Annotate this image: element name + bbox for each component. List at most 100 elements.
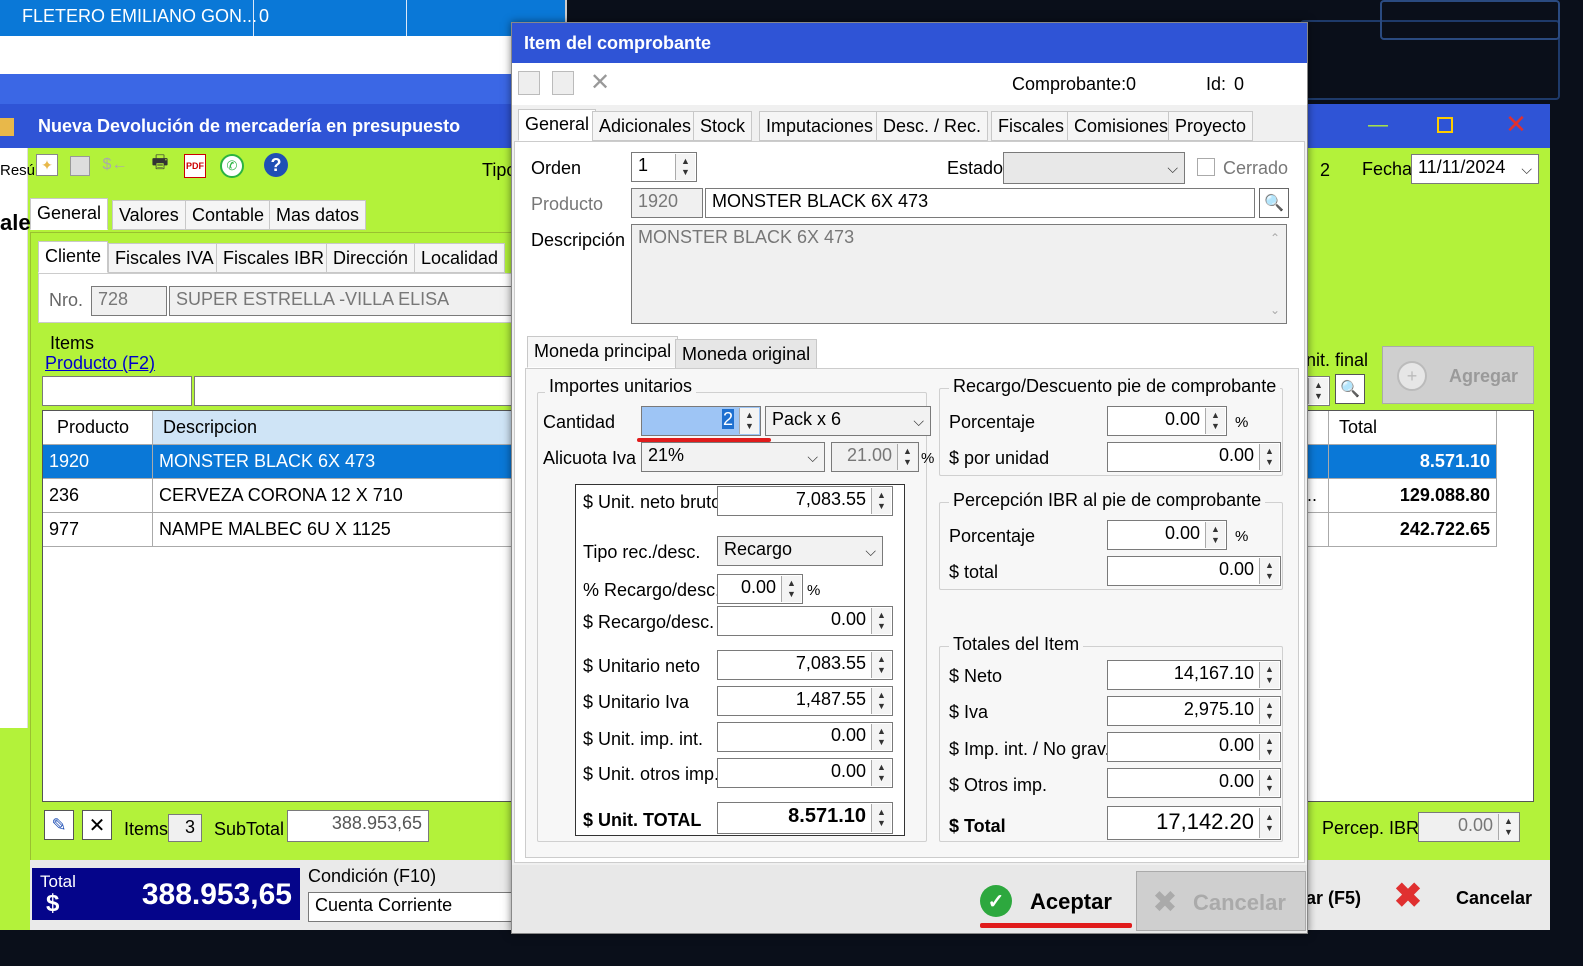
pack-select[interactable]: Pack x 6 ⌵ xyxy=(765,406,931,436)
ptotal-field[interactable]: 0.00 ▲ ▼ xyxy=(1107,556,1281,586)
table-row-producto[interactable]: 1920 xyxy=(43,445,153,479)
por-unidad-field[interactable]: 0.00 ▲ ▼ xyxy=(1107,442,1281,472)
subtab-localidad[interactable]: Localidad xyxy=(414,243,506,273)
search-product-icon[interactable]: 🔍 xyxy=(1335,374,1365,404)
porcentaje1-value: 0.00 xyxy=(1164,409,1200,429)
new-document-icon[interactable]: ✦ xyxy=(36,154,58,176)
tab-fiscales[interactable]: Fiscales xyxy=(991,111,1072,141)
scroll-down-icon[interactable]: ⌄ xyxy=(1270,303,1280,317)
descripcion-search-input[interactable] xyxy=(194,376,512,406)
subtab-direccion[interactable]: Dirección xyxy=(326,243,416,273)
table-row-descripcion[interactable]: MONSTER BLACK 6X 473 xyxy=(153,445,513,479)
tab-proyecto[interactable]: Proyecto xyxy=(1168,111,1254,141)
unit-imp-int-field[interactable]: 0.00 ▲ ▼ xyxy=(717,722,893,752)
grid-header-producto-text: Producto xyxy=(57,417,130,437)
whatsapp-icon[interactable]: ✆ xyxy=(220,154,244,178)
cancelar-main-button[interactable]: Cancelar xyxy=(1456,888,1532,909)
pct-rec-field[interactable]: 0.00 ▲ ▼ xyxy=(717,574,803,604)
percent-symbol: % xyxy=(807,582,821,599)
neto-field[interactable]: 14,167.10 ▲ ▼ xyxy=(1107,660,1281,690)
new-item-icon[interactable] xyxy=(518,71,540,95)
tab-mas-datos[interactable]: Mas datos xyxy=(269,200,367,230)
edit-item-icon[interactable] xyxy=(552,71,574,95)
tab-moneda-original[interactable]: Moneda original xyxy=(675,339,818,369)
tab-desc-rec[interactable]: Desc. / Rec. xyxy=(876,111,989,141)
unit-neto-field[interactable]: 7,083.55 ▲ ▼ xyxy=(717,650,893,680)
tab-stock[interactable]: Stock xyxy=(693,111,753,141)
maximize-icon[interactable] xyxy=(1432,112,1458,138)
delete-item-icon[interactable]: ✕ xyxy=(82,810,112,840)
iva-field[interactable]: 2,975.10 ▲ ▼ xyxy=(1107,696,1281,726)
edit-item-icon[interactable]: ✎ xyxy=(44,810,74,840)
items-group-label: Items xyxy=(50,333,95,353)
scroll-up-icon[interactable]: ⌃ xyxy=(1270,231,1280,245)
grid-header-producto: Producto xyxy=(43,411,153,445)
condicion-field[interactable]: Cuenta Corriente xyxy=(308,892,518,922)
alicuota-select[interactable]: 21% ⌵ xyxy=(641,442,825,472)
tab-imputaciones[interactable]: Imputaciones xyxy=(759,111,881,141)
tipo-rec-select[interactable]: Recargo ⌵ xyxy=(717,536,883,566)
help-icon[interactable]: ? xyxy=(264,153,288,177)
currency-exchange-icon[interactable]: $← xyxy=(102,154,128,176)
subtab-fiscales-iva[interactable]: Fiscales IVA xyxy=(108,243,221,273)
aceptar-button[interactable]: ✓ Aceptar xyxy=(978,875,1134,927)
unit-neto-bruto-value: 7,083.55 xyxy=(795,489,866,509)
total-field[interactable]: 17,142.20 ▲ ▼ xyxy=(1107,806,1281,840)
producto-name[interactable]: MONSTER BLACK 6X 473 xyxy=(705,188,1255,218)
dialog-title-bar: Item del comprobante xyxy=(512,23,1307,63)
tab-moneda-principal[interactable]: Moneda principal xyxy=(527,336,679,368)
tab-general[interactable]: General xyxy=(518,109,597,141)
table-row-producto[interactable]: 236 xyxy=(43,479,153,513)
producto-f2-link[interactable]: Producto (F2) xyxy=(45,353,155,374)
tab-valores[interactable]: Valores xyxy=(112,200,186,230)
nro-field[interactable]: 728 xyxy=(91,286,167,316)
close-icon[interactable]: ✕ xyxy=(1502,109,1530,139)
edit-icon[interactable] xyxy=(70,156,90,176)
table-row-total[interactable]: 242.722.65 xyxy=(1329,513,1497,547)
otros-field[interactable]: 0.00 ▲ ▼ xyxy=(1107,768,1281,798)
minimize-icon[interactable]: — xyxy=(1365,112,1391,138)
cantidad-field[interactable]: 2 ▲ ▼ xyxy=(641,406,761,436)
producto-search-input[interactable] xyxy=(42,376,192,406)
subtab-fiscales-ibr[interactable]: Fiscales IBR xyxy=(216,243,332,273)
cantidad-label: Cantidad xyxy=(543,412,616,432)
imp-int-field[interactable]: 0.00 ▲ ▼ xyxy=(1107,732,1281,762)
rec-field[interactable]: 0.00 ▲ ▼ xyxy=(717,606,893,636)
table-row-producto[interactable]: 977 xyxy=(43,513,153,547)
descripcion-textarea[interactable]: MONSTER BLACK 6X 473 ⌃ ⌄ xyxy=(631,224,1287,324)
table-row-total[interactable]: 129.088.80 xyxy=(1329,479,1497,513)
f5-button-fragment[interactable]: ar (F5) xyxy=(1306,888,1361,909)
pct-rec-value: 0.00 xyxy=(740,577,776,597)
tab-contable[interactable]: Contable xyxy=(185,200,272,230)
cancelar-button[interactable]: ✖ Cancelar xyxy=(1136,871,1306,931)
fecha-picker[interactable]: 11/11/2024 ⌵ xyxy=(1411,154,1539,184)
table-row-total[interactable]: 8.571.10 xyxy=(1329,445,1497,479)
subtab-cliente[interactable]: Cliente xyxy=(38,241,109,273)
porcentaje2-field[interactable]: 0.00 ▲ ▼ xyxy=(1107,520,1227,550)
print-icon[interactable]: 🖶 xyxy=(148,152,172,176)
cliente-field[interactable]: SUPER ESTRELLA -VILLA ELISA xyxy=(169,286,513,316)
estado-select[interactable]: ⌵ xyxy=(1003,152,1185,184)
cerrado-checkbox[interactable] xyxy=(1197,158,1215,176)
alicuota-num-field: 21.00 ▲ ▼ xyxy=(831,442,919,472)
unit-otros-field[interactable]: 0.00 ▲ ▼ xyxy=(717,758,893,788)
table-row-descripcion[interactable]: CERVEZA CORONA 12 X 710 xyxy=(153,479,513,513)
orden-field[interactable]: 1 ▲ ▼ xyxy=(631,152,697,182)
delete-icon[interactable]: ✕ xyxy=(588,69,612,96)
items-grid: Producto Descripcion 1920 MONSTER BLACK … xyxy=(42,410,513,802)
tab-adicionales[interactable]: Adicionales xyxy=(592,111,699,141)
tab-comisiones[interactable]: Comisiones xyxy=(1067,111,1176,141)
agregar-button[interactable]: + Agregar xyxy=(1382,346,1534,404)
porcentaje1-field[interactable]: 0.00 ▲ ▼ xyxy=(1107,406,1227,436)
unit-iva-field[interactable]: 1,487.55 ▲ ▼ xyxy=(717,686,893,716)
percep-ibr-field[interactable]: 0.00 ▲ ▼ xyxy=(1418,812,1520,842)
unit-total-field[interactable]: 8.571.10 ▲ ▼ xyxy=(717,802,893,834)
cancel-x-icon[interactable]: ✖ xyxy=(1390,877,1426,915)
search-product-icon[interactable]: 🔍 xyxy=(1259,188,1289,218)
unit-neto-bruto-label: $ Unit. neto bruto xyxy=(583,492,722,512)
tab-general[interactable]: General xyxy=(30,198,109,230)
pdf-icon[interactable]: PDF xyxy=(184,154,206,178)
grid-header-total: Total xyxy=(1329,411,1497,445)
table-row-descripcion[interactable]: NAMPE MALBEC 6U X 1125 xyxy=(153,513,513,547)
unit-neto-bruto-field[interactable]: 7,083.55 ▲ ▼ xyxy=(717,486,893,516)
